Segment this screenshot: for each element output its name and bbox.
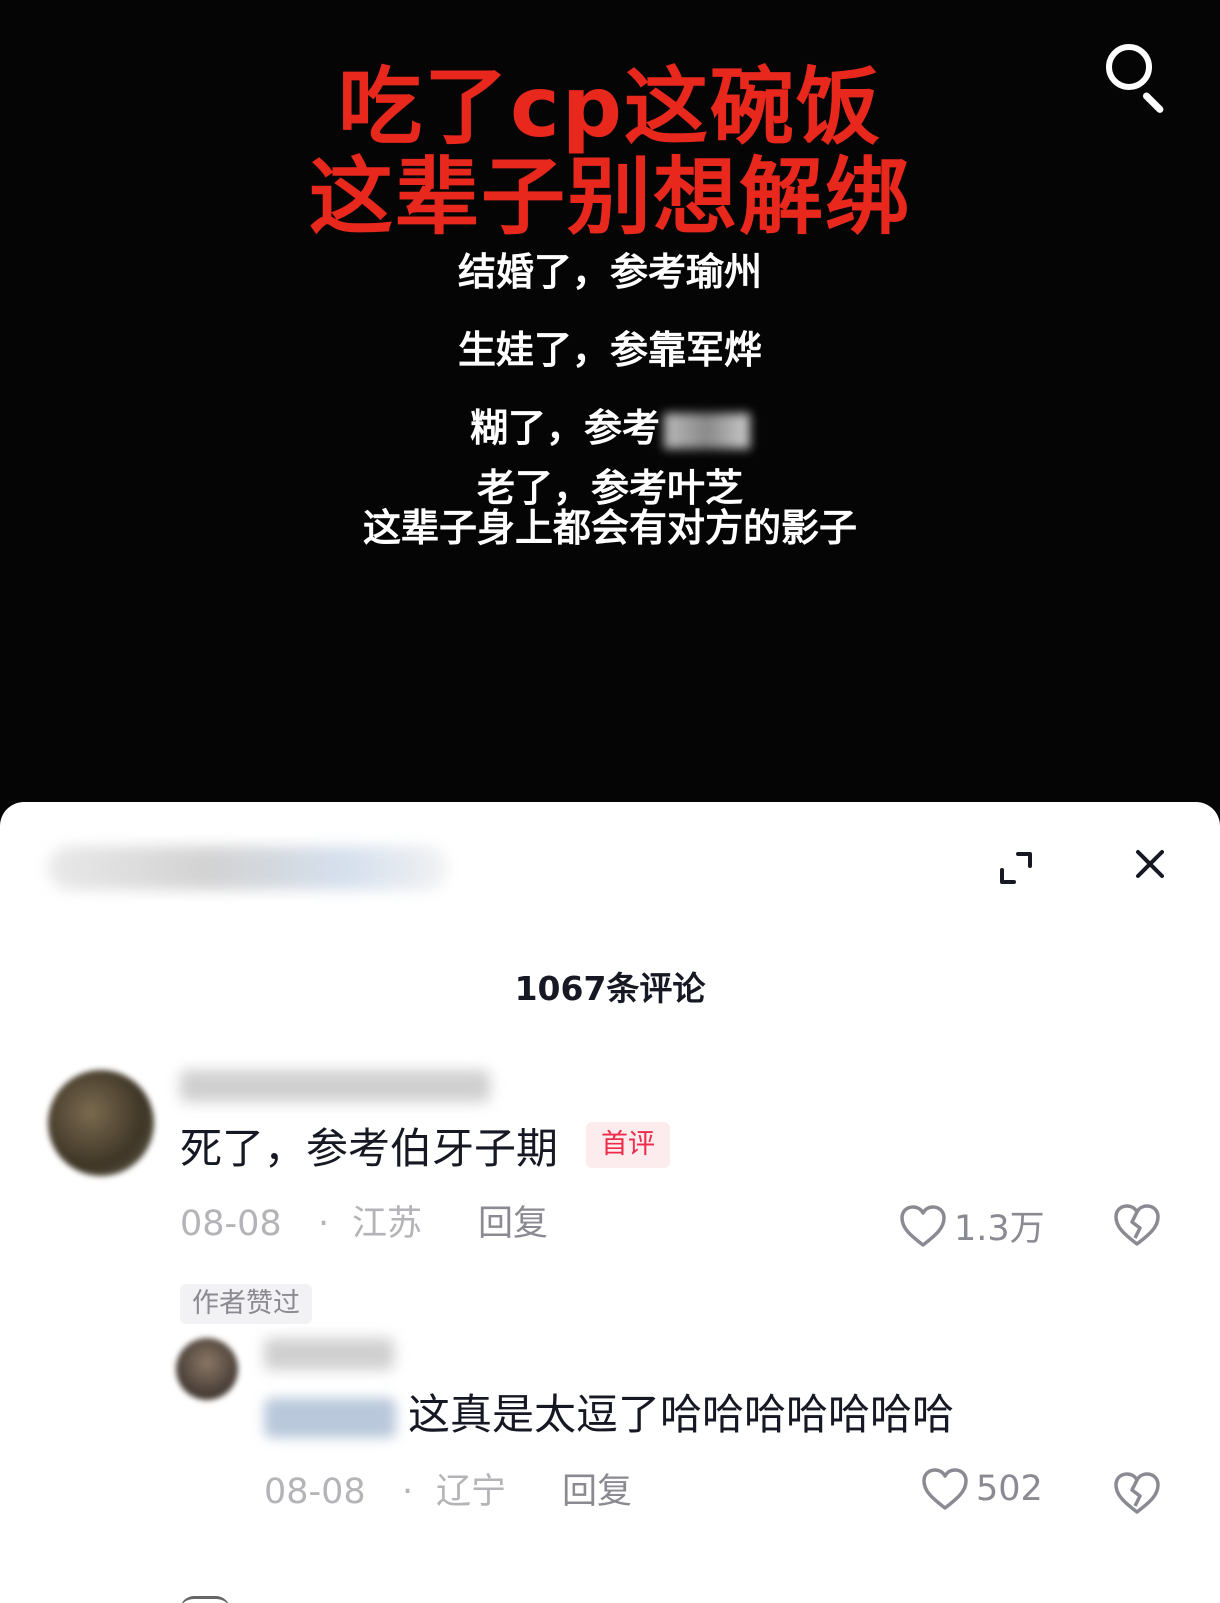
- video-caption-line: 糊了，参考: [0, 406, 1220, 450]
- username[interactable]: [264, 1338, 394, 1370]
- comment-sheet: 1067条评论 死了，参考伯牙子期 首评 08-08 · 江苏 回复 1.3万 …: [0, 802, 1220, 1603]
- comment-date: 08-08: [264, 1472, 366, 1512]
- meta-separator: ·: [402, 1472, 414, 1512]
- video-caption-line: 生娃了，参靠军烨: [457, 328, 762, 372]
- first-comment-badge: 首评: [586, 1122, 670, 1168]
- related-search-bar[interactable]: [48, 846, 448, 890]
- comment-date: 08-08: [180, 1204, 282, 1244]
- video-title-line-1: 吃了cp这碗饭: [338, 58, 882, 156]
- comment-location: 辽宁: [436, 1472, 507, 1512]
- caption-text: 糊了，参考: [469, 406, 660, 450]
- reply-button[interactable]: 回复: [562, 1470, 632, 1514]
- reply-button[interactable]: 回复: [478, 1202, 548, 1246]
- avatar[interactable]: [176, 1338, 238, 1400]
- video-title-line-2: 这辈子别想解绑: [308, 148, 911, 246]
- expand-button[interactable]: [996, 848, 1036, 888]
- comment-count: 1067条评论: [514, 969, 706, 1008]
- comment-text: 死了，参考伯牙子期: [180, 1124, 559, 1173]
- close-button[interactable]: [1128, 842, 1172, 886]
- dislike-button[interactable]: [1112, 1470, 1162, 1516]
- broken-heart-icon: [1114, 1472, 1160, 1514]
- expand-icon: [1000, 852, 1032, 884]
- like-count: 1.3万: [954, 1209, 1045, 1249]
- video-player[interactable]: 吃了cp这碗饭 这辈子别想解绑 结婚了，参考瑜州 生娃了，参靠军烨 糊了，参考 …: [0, 0, 1220, 820]
- heart-icon: [922, 1468, 968, 1510]
- video-caption-line: 这辈子身上都会有对方的影子: [362, 506, 857, 550]
- author-liked-badge: 作者赞过: [180, 1284, 312, 1324]
- broken-heart-icon: [1114, 1204, 1160, 1246]
- close-icon: [1136, 850, 1164, 878]
- comment-location: 江苏: [352, 1204, 423, 1244]
- video-caption-line: 老了，参考叶芝: [476, 466, 743, 510]
- mention-tag[interactable]: [264, 1398, 396, 1438]
- comment-text: 这真是太逗了哈哈哈哈哈哈哈: [408, 1390, 955, 1439]
- next-avatar-peek: [180, 1596, 230, 1603]
- sheet-header: [0, 802, 1220, 912]
- meta-separator: ·: [318, 1204, 330, 1244]
- like-button[interactable]: 1.3万: [898, 1200, 1045, 1251]
- dislike-button[interactable]: [1112, 1202, 1162, 1248]
- video-caption-line: 结婚了，参考瑜州: [457, 250, 762, 294]
- avatar[interactable]: [48, 1070, 154, 1176]
- heart-icon: [900, 1204, 946, 1247]
- like-count: 502: [976, 1469, 1043, 1509]
- blurred-name: [664, 412, 750, 449]
- like-button[interactable]: 502: [920, 1466, 1043, 1512]
- username[interactable]: [180, 1070, 490, 1102]
